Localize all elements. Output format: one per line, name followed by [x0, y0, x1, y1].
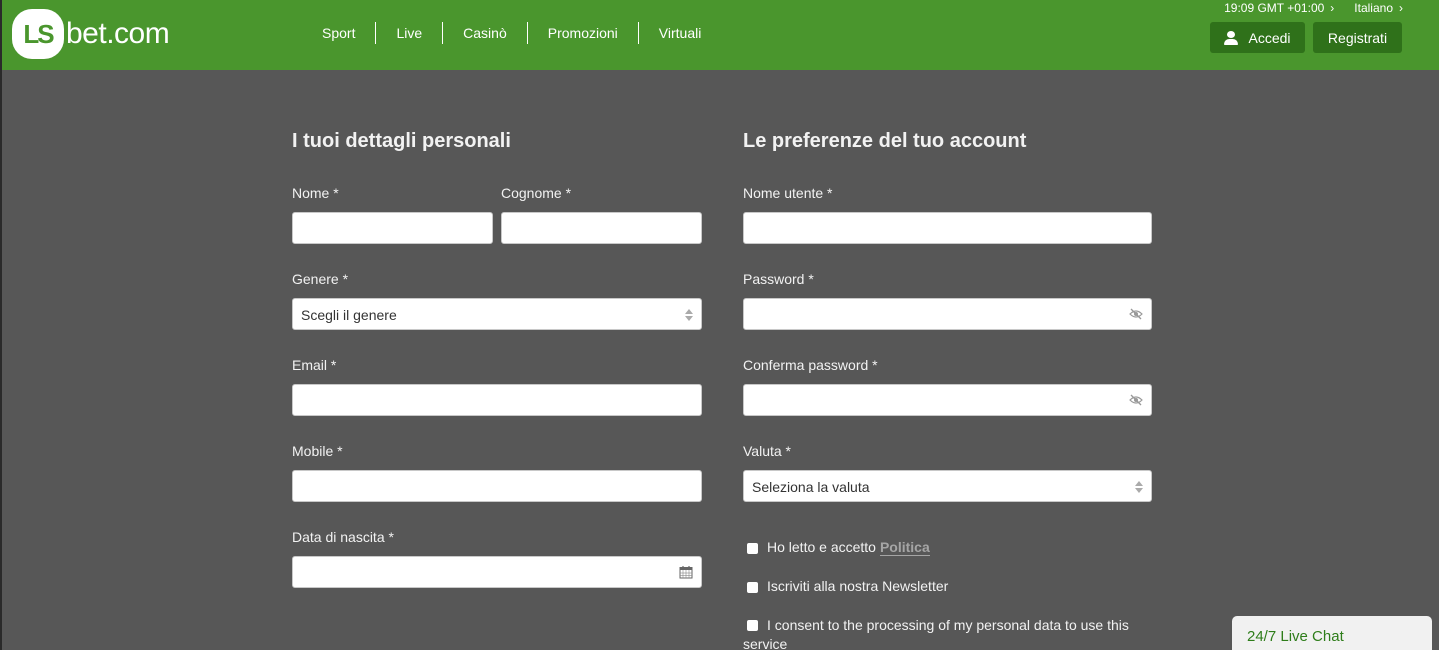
nav-casino[interactable]: Casinò — [443, 22, 528, 44]
user-icon — [1224, 30, 1239, 45]
nav-virtuali[interactable]: Virtuali — [639, 22, 722, 44]
login-button[interactable]: Accedi — [1210, 22, 1305, 53]
mobile-label: Mobile * — [292, 443, 343, 459]
dob-input[interactable] — [292, 556, 702, 588]
policy-link[interactable]: Politica — [879, 539, 930, 556]
first-name-label: Nome * — [292, 185, 339, 201]
personal-details-title: I tuoi dettagli personali — [292, 130, 511, 152]
time-selector[interactable]: 19:09 GMT +01:00 › — [1224, 1, 1334, 15]
confirm-password-label: Conferma password * — [743, 357, 878, 373]
consent-row: I consent to the processing of my person… — [743, 617, 1129, 650]
currency-label: Valuta * — [743, 443, 791, 459]
policy-row: Ho letto e accetto Politica — [747, 539, 930, 556]
nav-live[interactable]: Live — [376, 22, 444, 44]
top-utility: 19:09 GMT +01:00 › Italiano › — [1224, 1, 1403, 15]
last-name-label: Cognome * — [501, 185, 572, 201]
language-selector[interactable]: Italiano › — [1354, 1, 1403, 15]
dob-label: Data di nascita * — [292, 529, 394, 545]
logo-text: bet.com — [66, 17, 170, 50]
policy-checkbox[interactable] — [747, 543, 758, 554]
nav-promozioni[interactable]: Promozioni — [528, 22, 639, 44]
newsletter-row: Iscriviti alla nostra Newsletter — [747, 578, 948, 594]
register-button[interactable]: Registrati — [1313, 22, 1402, 53]
chevron-right-icon: › — [1399, 1, 1403, 15]
password-label: Password * — [743, 271, 814, 287]
first-name-input[interactable] — [292, 212, 493, 244]
eye-off-icon[interactable] — [1129, 307, 1143, 321]
top-header: LS bet.com Sport Live Casinò Promozioni … — [0, 0, 1439, 70]
consent-checkbox[interactable] — [747, 620, 758, 631]
mobile-input[interactable] — [292, 470, 702, 502]
window-edge — [0, 0, 2, 650]
main-nav: Sport Live Casinò Promozioni Virtuali — [302, 22, 721, 44]
password-input[interactable] — [743, 298, 1152, 330]
username-label: Nome utente * — [743, 185, 833, 201]
gender-select[interactable]: Scegli il genere — [292, 298, 702, 330]
eye-off-icon[interactable] — [1129, 393, 1143, 407]
chevron-right-icon: › — [1330, 1, 1335, 15]
logo-badge: LS — [12, 9, 64, 59]
nav-sport[interactable]: Sport — [302, 22, 377, 44]
gender-label: Genere * — [292, 271, 349, 287]
calendar-icon[interactable] — [679, 565, 693, 579]
email-input[interactable] — [292, 384, 702, 416]
confirm-password-input[interactable] — [743, 384, 1152, 416]
newsletter-checkbox[interactable] — [747, 582, 758, 593]
last-name-input[interactable] — [501, 212, 702, 244]
username-input[interactable] — [743, 212, 1152, 244]
select-arrows-icon — [685, 309, 693, 321]
live-chat-button[interactable]: 24/7 Live Chat — [1232, 616, 1432, 650]
logo[interactable]: LS bet.com — [12, 8, 170, 60]
currency-select[interactable]: Seleziona la valuta — [743, 470, 1152, 502]
email-label: Email * — [292, 357, 337, 373]
account-preferences-title: Le preferenze del tuo account — [743, 130, 1027, 152]
select-arrows-icon — [1135, 481, 1143, 493]
